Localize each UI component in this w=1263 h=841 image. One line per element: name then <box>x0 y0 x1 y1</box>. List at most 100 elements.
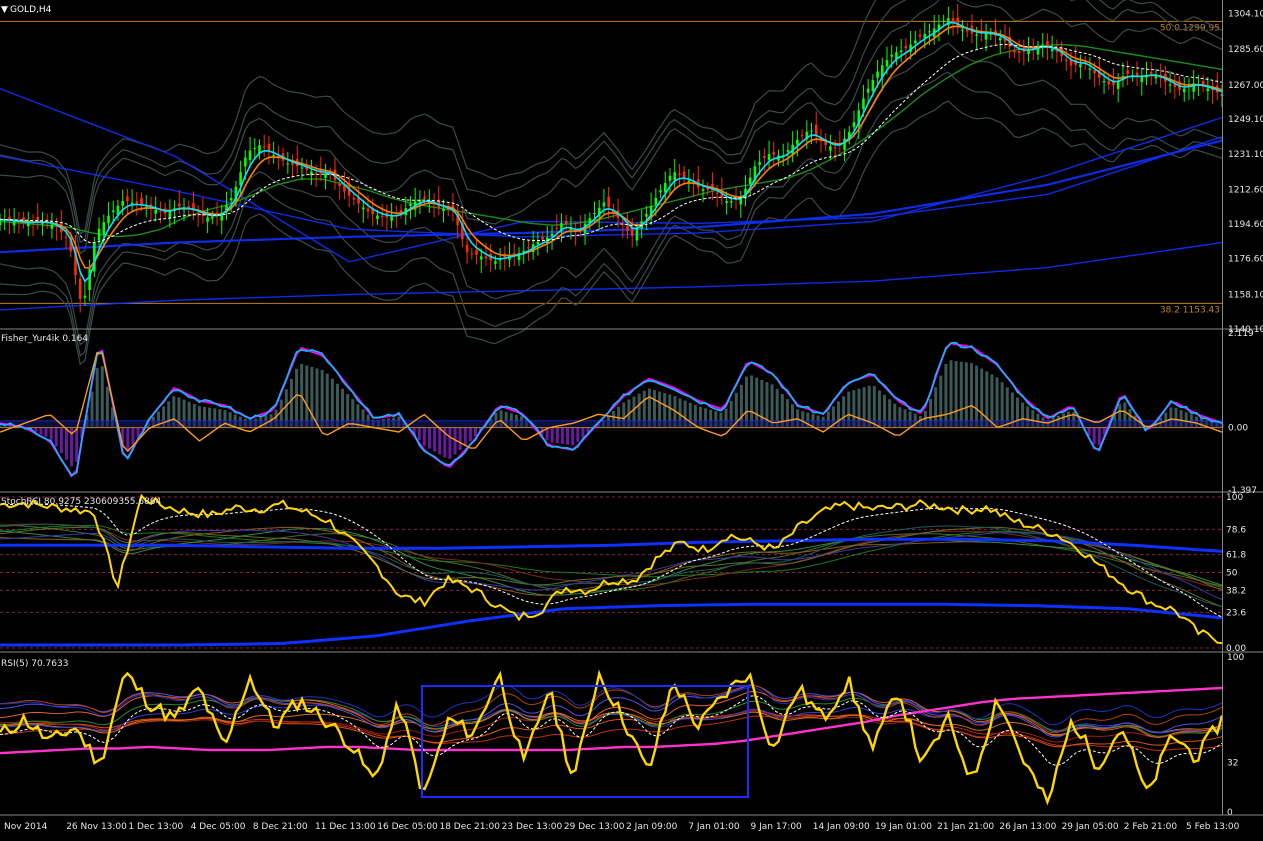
candle-body <box>338 183 342 187</box>
candle-body <box>885 60 889 67</box>
candle-body <box>126 196 129 202</box>
candle-body <box>423 196 426 199</box>
candle-body <box>159 211 162 213</box>
candle-body <box>763 156 766 158</box>
time-tick: 4 Dec 05:00 <box>191 822 246 832</box>
time-tick: 7 Jan 01:00 <box>688 822 740 832</box>
candle-body <box>1206 88 1210 92</box>
candle-body <box>654 197 658 205</box>
symbol-label: GOLD,H4 <box>10 5 52 15</box>
time-tick: 21 Jan 21:00 <box>937 822 994 832</box>
time-tick: 14 Jan 09:00 <box>813 822 870 832</box>
candle-body <box>286 163 290 165</box>
candle-body <box>267 143 271 152</box>
candle-body <box>748 177 752 185</box>
stoch-tick: 78.6 <box>1226 525 1246 535</box>
candle-body <box>541 236 544 240</box>
time-tick: 18 Dec 21:00 <box>439 822 500 832</box>
chevron-down-icon[interactable]: ▼ <box>1 5 8 15</box>
candle-body <box>767 154 771 161</box>
rsi-tick: 100 <box>1227 653 1244 663</box>
price-tick: 1304.10 <box>1228 9 1263 19</box>
candle-body <box>1126 70 1129 74</box>
candle-body <box>659 190 662 193</box>
candle-body <box>512 253 516 255</box>
price-tick: 1267.00 <box>1228 81 1263 91</box>
candle-body <box>800 135 804 137</box>
candle-body <box>12 221 16 226</box>
time-tick: 8 Dec 21:00 <box>253 822 308 832</box>
candle-body <box>352 197 356 200</box>
candle-body <box>1017 50 1021 54</box>
candle-body <box>475 250 478 255</box>
candle-body <box>262 146 266 148</box>
candle-body <box>829 146 832 151</box>
candle-body <box>843 138 846 150</box>
price-tick: 1249.10 <box>1228 115 1263 125</box>
candle-body <box>154 209 157 214</box>
candle-body <box>27 223 30 227</box>
candle-body <box>833 147 837 149</box>
candle-body <box>50 224 54 229</box>
candle-body <box>361 207 365 210</box>
stoch-tick: 38.2 <box>1226 586 1246 596</box>
candle-body <box>376 215 379 219</box>
candle-body <box>635 228 639 241</box>
candle-body <box>786 150 790 152</box>
candle-body <box>899 50 903 53</box>
candle-body <box>1102 81 1106 83</box>
candle-body <box>206 217 209 222</box>
rsi-title: RSI(5) 70.7633 <box>1 659 68 669</box>
candle-body <box>111 210 115 213</box>
candle-body <box>248 150 252 160</box>
candle-body <box>904 45 908 49</box>
time-tick: 1 Dec 13:00 <box>128 822 183 832</box>
candle-body <box>380 215 384 217</box>
stoch-tick: 50 <box>1226 569 1238 579</box>
candle-body <box>229 197 233 201</box>
time-tick: 29 Dec 13:00 <box>564 822 625 832</box>
time-tick: 26 Jan 13:00 <box>999 822 1056 832</box>
candle-body <box>866 88 870 93</box>
stochrsi-title: StochRSI 80.9275 230609355.6864 <box>1 497 162 507</box>
candle-body <box>1140 76 1144 83</box>
stoch-tick: 23.6 <box>1226 608 1246 618</box>
fisher-tick: 2.119 <box>1228 329 1254 339</box>
candle-body <box>1046 41 1049 47</box>
candle-body <box>862 98 865 110</box>
candle-body <box>1093 69 1096 74</box>
price-tick: 1194.60 <box>1228 220 1263 230</box>
trading-chart[interactable]: 50.0 1299.9538.2 1153.43 1304.101285.601… <box>0 0 1263 841</box>
candle-body <box>494 261 497 264</box>
candle-body <box>951 18 955 23</box>
candle-body <box>715 192 719 194</box>
time-tick: 29 Jan 05:00 <box>1062 822 1119 832</box>
candle-body <box>607 196 610 208</box>
candle-body <box>177 203 181 207</box>
fib-label: 38.2 1153.43 <box>1160 305 1220 315</box>
candle-body <box>97 228 101 241</box>
candle-body <box>1182 88 1186 93</box>
candle-body <box>942 20 945 22</box>
candle-body <box>484 256 488 259</box>
time-tick: 16 Dec 05:00 <box>377 822 438 832</box>
time-tick: 11 Dec 13:00 <box>315 822 376 832</box>
candle-body <box>810 130 813 132</box>
time-tick: Nov 2014 <box>4 822 48 832</box>
candle-body <box>701 189 705 191</box>
candle-body <box>121 201 124 206</box>
time-tick: 9 Jan 17:00 <box>751 822 803 832</box>
candle-body <box>730 201 733 203</box>
candle-body <box>814 124 818 136</box>
candle-body <box>1149 71 1153 74</box>
candle-body <box>470 253 474 255</box>
rsi-tick: 0 <box>1227 808 1233 818</box>
candle-body <box>602 202 606 207</box>
candle-body <box>465 244 469 253</box>
candle-body <box>1088 68 1092 70</box>
candle-body <box>626 225 629 232</box>
candle-body <box>1065 59 1068 61</box>
candle-body <box>1050 49 1054 52</box>
candle-body <box>536 241 540 245</box>
candle-body <box>211 216 214 219</box>
